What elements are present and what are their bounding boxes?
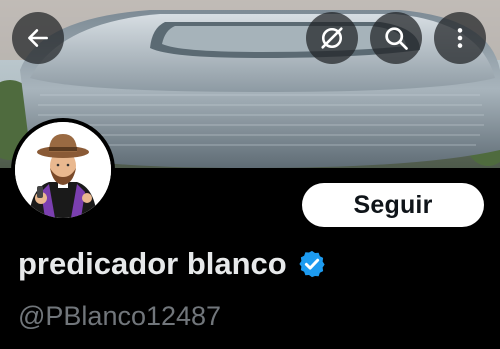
more-options-button[interactable]	[434, 12, 486, 64]
more-vertical-icon	[457, 28, 463, 48]
grok-button[interactable]	[306, 12, 358, 64]
profile-handle: @PBlanco12487	[18, 301, 222, 331]
verified-badge-icon[interactable]	[297, 249, 327, 279]
profile-avatar[interactable]	[11, 118, 115, 222]
display-name-text: predicador blanco	[18, 246, 287, 281]
search-icon	[385, 27, 408, 50]
grok-icon	[321, 27, 343, 49]
arrow-left-icon	[28, 29, 48, 47]
profile-display-name: predicador blanco	[18, 244, 327, 284]
follow-button-label: Seguir	[353, 190, 433, 219]
back-button[interactable]	[12, 12, 64, 64]
follow-button[interactable]: Seguir	[302, 183, 484, 227]
search-button[interactable]	[370, 12, 422, 64]
avatar-illustration	[15, 122, 111, 218]
